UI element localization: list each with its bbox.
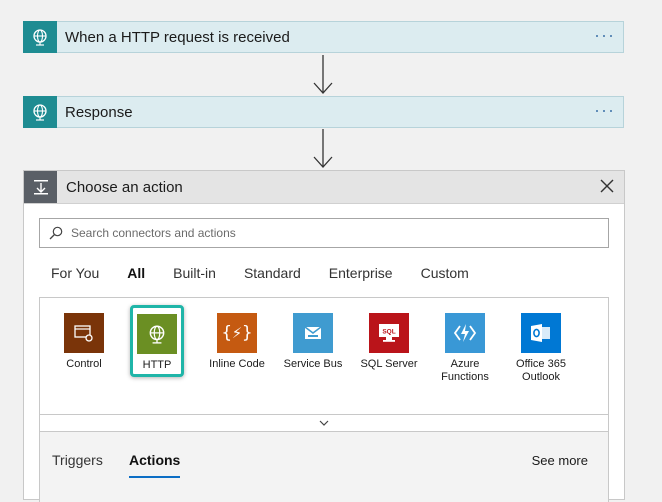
connector-tabs: For You All Built-in Standard Enterprise… [51, 265, 497, 281]
connector-grid: Control HTTP {⚡} Inline Code Service Bus… [39, 297, 609, 415]
choose-action-panel: Choose an action For You All Built-in St… [23, 170, 625, 502]
action-icon [24, 171, 57, 203]
connector-label: Service Bus [283, 358, 343, 370]
expand-connectors-button[interactable] [39, 415, 609, 432]
connector-label: HTTP [142, 359, 172, 371]
more-options-icon[interactable]: ··· [594, 101, 615, 119]
svg-text:SQL: SQL [382, 329, 395, 336]
active-tab-underline [129, 476, 181, 478]
control-icon [64, 313, 104, 353]
search-icon [49, 226, 63, 240]
choose-action-header: Choose an action [24, 171, 624, 204]
connector-azure-functions[interactable]: Azure Functions [430, 313, 500, 384]
globe-icon [23, 20, 57, 53]
sql-icon: SQL [369, 313, 409, 353]
chevron-down-icon [319, 420, 329, 426]
azure-functions-icon [445, 313, 485, 353]
globe-icon [23, 95, 57, 128]
tab-actions-label: Actions [129, 452, 181, 468]
tab-custom[interactable]: Custom [421, 265, 469, 281]
connector-control[interactable]: Control [49, 313, 119, 371]
more-options-icon[interactable]: ··· [594, 26, 615, 44]
close-icon[interactable] [600, 179, 614, 193]
code-braces-icon: {⚡} [217, 313, 257, 353]
connector-sql-server[interactable]: SQL SQL Server [354, 313, 424, 371]
tab-built-in[interactable]: Built-in [173, 265, 216, 281]
flow-arrow-icon [313, 55, 333, 94]
connector-office-365-outlook[interactable]: Office 365 Outlook [506, 313, 576, 384]
actions-section: Triggers Actions See more [39, 432, 609, 502]
tab-standard[interactable]: Standard [244, 265, 301, 281]
see-more-link[interactable]: See more [532, 453, 588, 468]
connector-http[interactable]: HTTP [130, 305, 184, 377]
service-bus-icon [293, 313, 333, 353]
tab-actions[interactable]: Actions [129, 452, 181, 478]
response-step-title: Response [65, 103, 133, 121]
tab-enterprise[interactable]: Enterprise [329, 265, 393, 281]
flow-arrow-icon [313, 129, 333, 168]
tab-all[interactable]: All [127, 265, 145, 281]
tab-triggers[interactable]: Triggers [52, 452, 103, 468]
response-step-card[interactable]: Response ··· [23, 95, 624, 128]
connector-label: Azure Functions [441, 358, 489, 383]
connector-label: Office 365 Outlook [516, 358, 566, 383]
globe-icon [137, 314, 177, 354]
tab-for-you[interactable]: For You [51, 265, 99, 281]
trigger-step-title: When a HTTP request is received [65, 28, 290, 46]
search-box[interactable] [39, 218, 609, 248]
trigger-step-card[interactable]: When a HTTP request is received ··· [23, 20, 624, 53]
outlook-icon [521, 313, 561, 353]
search-input[interactable] [69, 225, 573, 241]
connector-label: Inline Code [209, 358, 265, 370]
connector-label: SQL Server [360, 358, 418, 370]
connector-inline-code[interactable]: {⚡} Inline Code [202, 313, 272, 371]
connector-label: Control [66, 358, 102, 370]
connector-service-bus[interactable]: Service Bus [278, 313, 348, 371]
tab-triggers-label: Triggers [52, 452, 103, 468]
choose-action-title: Choose an action [66, 178, 183, 196]
